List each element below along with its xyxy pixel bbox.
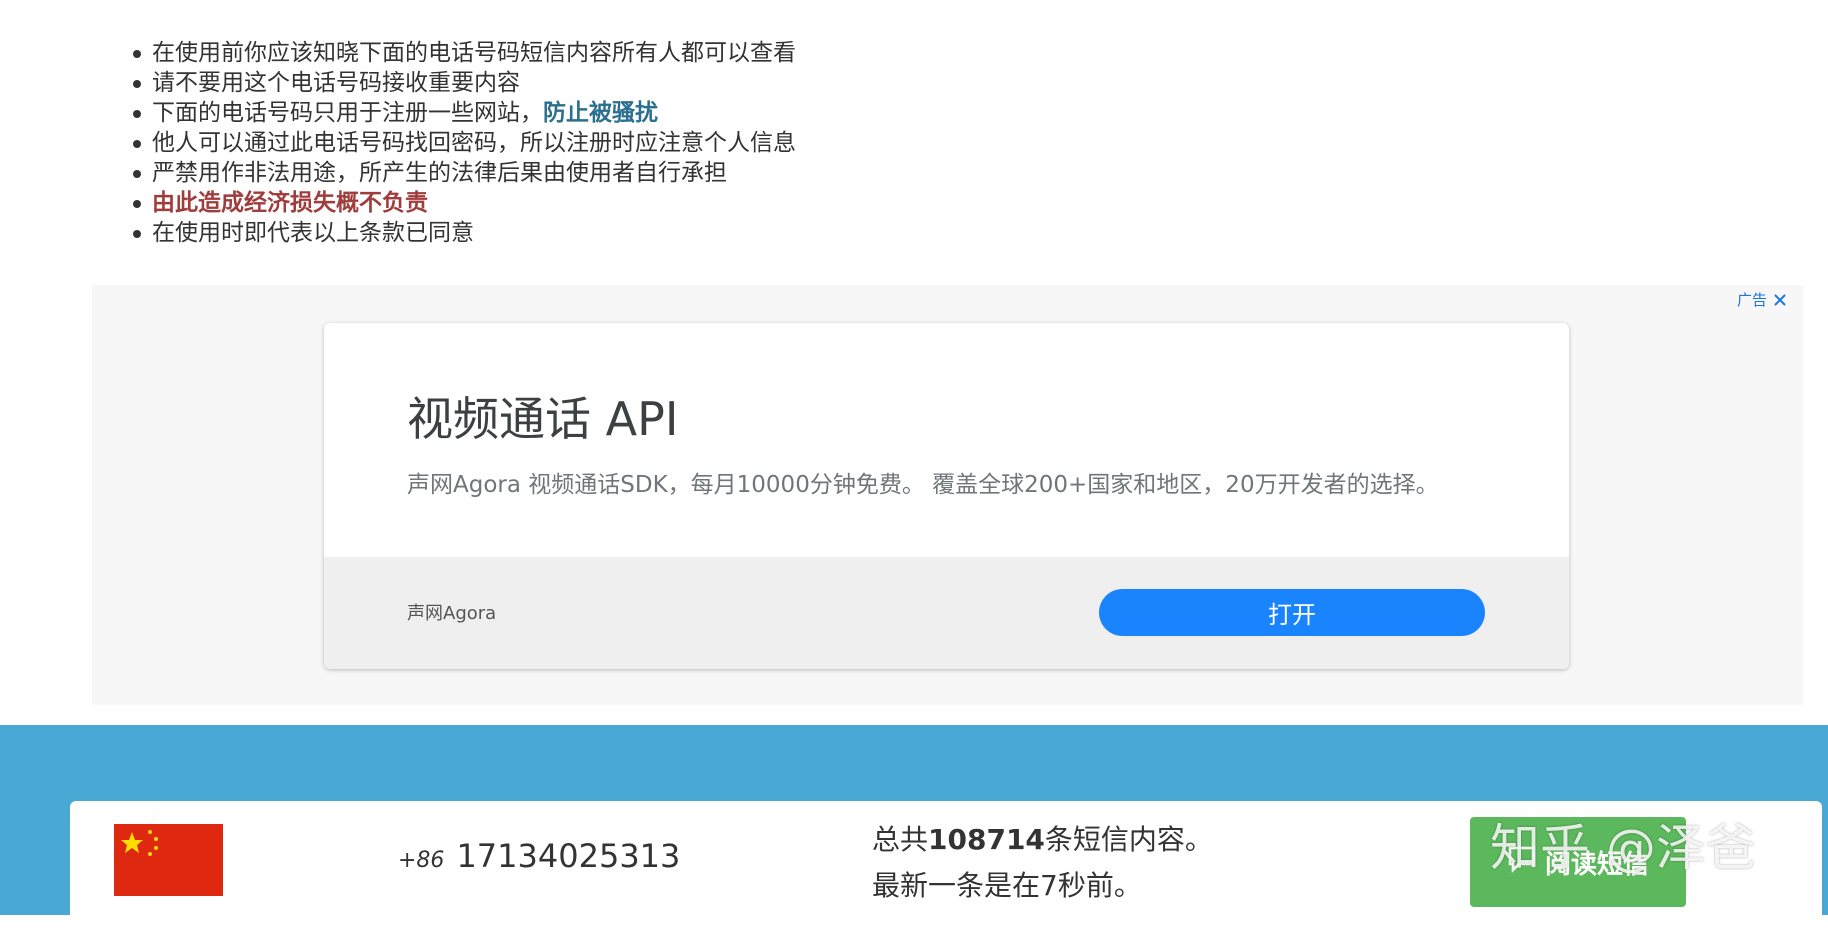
phone-number-value[interactable]: 17134025313	[456, 837, 680, 875]
sms-latest: 最新一条是在7秒前。	[872, 869, 1142, 902]
ad-label: 广告	[1736, 291, 1767, 309]
notice-section: 在使用前你应该知晓下面的电话号码短信内容所有人都可以查看 请不要用这个电话号码接…	[0, 38, 1828, 248]
bullet-icon	[133, 170, 141, 178]
bullet-icon	[133, 110, 141, 118]
sms-count: 108714	[928, 823, 1045, 856]
notice-item-warning: 由此造成经济损失概不负责	[133, 188, 1828, 218]
phone-number[interactable]: +86 17134025313	[398, 837, 680, 875]
bullet-icon	[133, 80, 141, 88]
sms-total: 总共108714条短信内容。	[872, 823, 1213, 856]
notice-item: 请不要用这个电话号码接收重要内容	[133, 68, 1828, 98]
ad-title[interactable]: 视频通话 API	[407, 383, 678, 449]
notice-item: 在使用时即代表以上条款已同意	[133, 218, 1828, 248]
notice-item: 在使用前你应该知晓下面的电话号码短信内容所有人都可以查看	[133, 38, 1828, 68]
ad-brand[interactable]: 声网Agora	[407, 599, 496, 625]
bullet-icon	[133, 200, 141, 208]
notice-item: 下面的电话号码只用于注册一些网站，防止被骚扰	[133, 98, 1828, 128]
bullet-icon	[133, 230, 141, 238]
close-icon[interactable]	[1773, 293, 1787, 307]
numbers-band: +86 17134025313 总共108714条短信内容。 最新一条是在7秒前。…	[0, 725, 1828, 931]
message-icon	[1507, 845, 1537, 880]
notice-item: 严禁用作非法用途，所产生的法律后果由使用者自行承担	[133, 158, 1828, 188]
ad-choices[interactable]: 广告	[1737, 289, 1787, 310]
ad-container: 广告 视频通话 API 声网Agora 视频通话SDK，每月10000分钟免费。…	[92, 285, 1803, 705]
ad-card[interactable]: 视频通话 API 声网Agora 视频通话SDK，每月10000分钟免费。 覆盖…	[324, 323, 1569, 669]
read-sms-button[interactable]: 阅读短信	[1470, 817, 1686, 907]
china-flag-icon	[114, 824, 223, 896]
ad-open-button[interactable]: 打开	[1099, 589, 1485, 636]
anti-harassment-link[interactable]: 防止被骚扰	[543, 100, 658, 126]
country-code: +86	[398, 848, 445, 873]
read-sms-label: 阅读短信	[1544, 848, 1649, 879]
ad-footer: 声网Agora 打开	[324, 557, 1569, 669]
bullet-icon	[133, 140, 141, 148]
ad-description: 声网Agora 视频通话SDK，每月10000分钟免费。 覆盖全球200+国家和…	[407, 472, 1439, 498]
notice-item: 他人可以通过此电话号码找回密码，所以注册时应注意个人信息	[133, 128, 1828, 158]
number-card[interactable]: +86 17134025313 总共108714条短信内容。 最新一条是在7秒前。…	[70, 801, 1822, 931]
bullet-icon	[133, 50, 141, 58]
notice-list: 在使用前你应该知晓下面的电话号码短信内容所有人都可以查看 请不要用这个电话号码接…	[0, 38, 1828, 248]
sms-stats: 总共108714条短信内容。 最新一条是在7秒前。	[872, 817, 1213, 909]
